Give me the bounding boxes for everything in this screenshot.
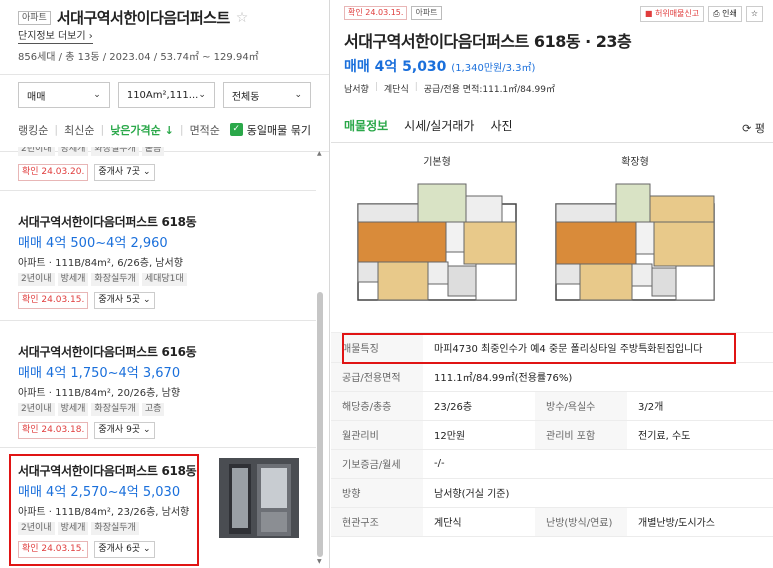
unit-toggle[interactable]: ⟳ 평 [742, 120, 765, 136]
tab-photos[interactable]: 사진 [490, 117, 512, 134]
confirmed-date: 확인 24.03.15. [18, 292, 89, 309]
floorplan-extended[interactable]: 확장형 [552, 153, 718, 332]
favorite-star-icon[interactable]: ☆ [745, 6, 763, 22]
detail-type-badge: 아파트 [411, 6, 442, 20]
print-button[interactable]: ⎙ 인쇄 [708, 6, 742, 22]
agents-button[interactable]: 중개사 5곳 ⌄ [94, 292, 155, 309]
dong-select[interactable]: 전체동 ⌄ [222, 82, 311, 108]
sort-ranking[interactable]: 랭킹순 [18, 122, 48, 138]
detail-tabs: 매물정보 시세/실거래가 사진 [331, 107, 773, 143]
list-item[interactable]: 2년이내 방세개 화장실두개 붙음 확인 24.03.20. 중개사 7곳 ⌄ [0, 147, 316, 191]
listing-panel: 아파트 서대구역서한이다음더퍼스트 ☆ 단지정보 더보기 › 856세대 / 총… [0, 0, 330, 568]
chevron-down-icon: ⌄ [294, 90, 302, 100]
floorplan-basic-image [357, 183, 517, 301]
listing-spec: 아파트 · 111B/84m², 20/26층, 남향 [18, 388, 181, 399]
confirmed-date: 확인 24.03.15. [18, 541, 89, 558]
listing-thumbnail[interactable] [219, 458, 299, 538]
detail-panel: 확인 24.03.15. 아파트 ■ 허위매물신고 ⎙ 인쇄 ☆ 서대구역서한이… [331, 0, 773, 568]
chevron-down-icon: ⌄ [93, 90, 101, 100]
listing-price: 매매 4억 1,750~4억 3,670 [18, 366, 181, 381]
list-item[interactable]: 서대구역서한이다음더퍼스트 616동 매매 4억 1,750~4억 3,670 … [0, 321, 316, 448]
agents-button[interactable]: 중개사 9곳 ⌄ [94, 422, 155, 439]
listing-price: 매매 4억 500~4억 2,960 [18, 236, 168, 251]
scrollbar-thumb[interactable] [317, 292, 323, 557]
table-row: 방향 남서향(거실 기준) [331, 478, 773, 508]
property-type-badge: 아파트 [18, 10, 51, 25]
complex-info-link[interactable]: 단지정보 더보기 › [18, 31, 93, 44]
scroll-up-arrow-icon[interactable]: ▲ [317, 150, 322, 157]
agents-button[interactable]: 중개사 6곳 ⌄ [94, 541, 155, 558]
table-row: 현관구조 계단식 난방(방식/연료) 개별난방/도시가스 [331, 507, 773, 537]
report-button[interactable]: ■ 허위매물신고 [639, 6, 705, 22]
tab-price-history[interactable]: 시세/실거래가 [404, 117, 474, 134]
table-row: 공급/전용면적 111.1㎡/84.99㎡(전용률76%) [331, 362, 773, 392]
listing-name: 서대구역서한이다음더퍼스트 616동 [18, 345, 197, 359]
listing-tags: 2년이내 방세개 화장실두개 붙음 [18, 147, 316, 156]
area-select[interactable]: 110Am²,111... ⌄ [117, 82, 215, 108]
floorplan-extended-image [555, 183, 715, 301]
table-row: 해당층/총층 23/26층 방수/욕실수 3/2개 [331, 391, 773, 421]
listing-name: 서대구역서한이다음더퍼스트 618동 [18, 215, 197, 229]
tab-listing-info[interactable]: 매물정보 [344, 117, 388, 134]
detail-price: 매매 4억 5,030 (1,340만원/3.3㎡) [344, 59, 536, 75]
complex-header: 아파트 서대구역서한이다음더퍼스트 ☆ 단지정보 더보기 › 856세대 / 총… [0, 0, 329, 75]
scroll-down-arrow-icon[interactable]: ▼ [317, 558, 322, 565]
complex-summary: 856세대 / 총 13동 / 2023.04 / 53.74㎡ ~ 129.9… [18, 52, 259, 63]
filter-bar: 매매 ⌄ 110Am²,111... ⌄ 전체동 ⌄ [0, 82, 329, 108]
listing-info-table: 매물특징 마피4730 최중인수가 예4 중문 폴리싱타일 주방특화된집입니다 … [331, 333, 773, 537]
listing-tags: 2년이내 방세개 화장실두개 고층 [18, 403, 316, 416]
detail-spec: 남서향 | 계단식 | 공급/전용 면적:111.1㎡/84.99㎡ [344, 82, 555, 95]
list-item-selected[interactable]: 서대구역서한이다음더퍼스트 618동 매매 4억 2,570~4억 5,030 … [0, 448, 316, 568]
floorplans: 기본형 확장형 [331, 143, 773, 333]
detail-title: 서대구역서한이다음더퍼스트 618동 · 23층 [344, 32, 632, 51]
agents-button[interactable]: 중개사 7곳 ⌄ [94, 164, 155, 181]
table-row: 월관리비 12만원 관리비 포함 전기료, 수도 [331, 420, 773, 450]
sort-latest[interactable]: 최신순 [64, 122, 94, 138]
group-same-listing-toggle[interactable]: ✓ 동일매물 묶기 [229, 122, 311, 138]
listing-tags: 2년이내 방세개 화장실두개 세대당1대 [18, 273, 316, 286]
complex-title: 서대구역서한이다음더퍼스트 [56, 9, 230, 27]
sort-area[interactable]: 면적순 [190, 122, 220, 138]
table-row: 매물특징 마피4730 최중인수가 예4 중문 폴리싱타일 주방특화된집입니다 [331, 333, 773, 363]
detail-confirmed-date: 확인 24.03.15. [344, 6, 408, 20]
sort-low-price[interactable]: 낮은가격순 ↓ [110, 122, 174, 138]
confirmed-date: 확인 24.03.18. [18, 422, 89, 439]
table-row: 기보증금/월세 -/- [331, 449, 773, 479]
deal-type-select[interactable]: 매매 ⌄ [18, 82, 110, 108]
list-item[interactable]: 서대구역서한이다음더퍼스트 618동 매매 4억 500~4억 2,960 아파… [0, 191, 316, 321]
listing-spec: 아파트 · 111B/84m², 6/26층, 남서향 [18, 258, 183, 269]
listing-feature-text: 마피4730 최중인수가 예4 중문 폴리싱타일 주방특화된집입니다 [423, 333, 773, 363]
chevron-down-icon: ⌄ [198, 90, 206, 100]
checkbox-checked-icon: ✓ [229, 123, 243, 136]
listing-list: 2년이내 방세개 화장실두개 붙음 확인 24.03.20. 중개사 7곳 ⌄ … [0, 147, 316, 568]
floorplan-basic[interactable]: 기본형 [354, 153, 520, 332]
favorite-star-icon[interactable]: ☆ [236, 10, 249, 26]
confirmed-date: 확인 24.03.20. [18, 164, 89, 181]
